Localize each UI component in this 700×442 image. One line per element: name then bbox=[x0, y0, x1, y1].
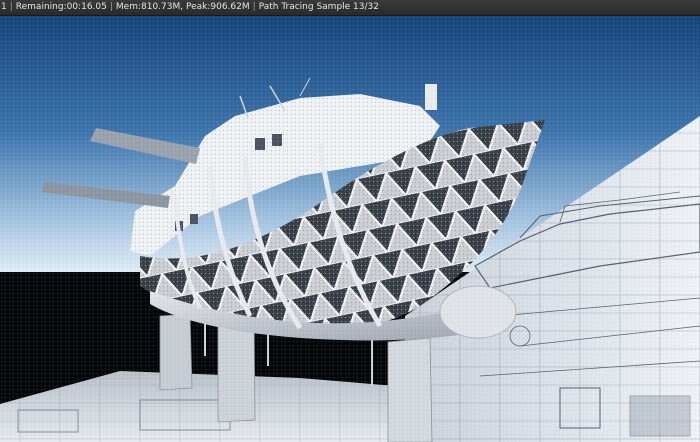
sample-status: Path Tracing Sample 13/32 bbox=[258, 2, 379, 12]
render-viewport[interactable] bbox=[0, 16, 700, 442]
memory-usage: Mem:810.73M, Peak:906.62M bbox=[115, 2, 250, 12]
remaining-time: Remaining:00:16.05 bbox=[15, 2, 107, 12]
render-window: 1 | Remaining:00:16.05 | Mem:810.73M, Peak:9… bbox=[0, 0, 700, 442]
render-image bbox=[0, 16, 700, 442]
frame-number: 1 bbox=[1, 2, 7, 12]
separator: | bbox=[9, 2, 13, 12]
separator: | bbox=[252, 2, 256, 12]
render-status-bar: 1 | Remaining:00:16.05 | Mem:810.73M, Peak:9… bbox=[0, 0, 700, 16]
separator: | bbox=[109, 2, 113, 12]
